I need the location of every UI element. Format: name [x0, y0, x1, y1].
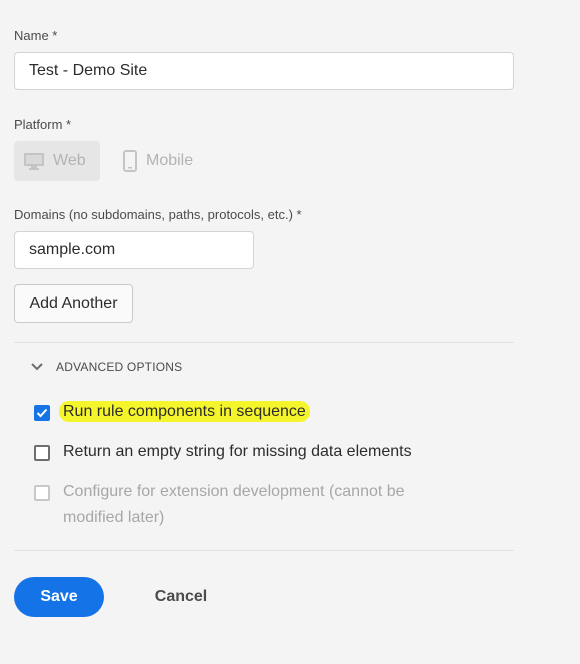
domains-label: Domains (no subdomains, paths, protocols… [14, 207, 302, 222]
empty-string-checkbox[interactable] [34, 445, 50, 461]
platform-mobile-option[interactable]: Mobile [120, 141, 210, 181]
save-button[interactable]: Save [14, 577, 104, 617]
domain-input[interactable]: sample.com [14, 231, 254, 269]
option-run-in-sequence[interactable]: Run rule components in sequence [34, 401, 310, 425]
desktop-icon [24, 153, 44, 170]
chevron-down-icon [31, 363, 43, 371]
extension-development-label: Configure for extension development (can… [63, 483, 405, 526]
mobile-phone-icon [123, 150, 137, 172]
extension-development-checkbox [34, 485, 50, 501]
checkmark-icon [36, 408, 48, 418]
name-label: Name * [14, 28, 58, 43]
advanced-options-toggle[interactable]: ADVANCED OPTIONS [30, 358, 182, 376]
platform-web-option[interactable]: Web [14, 141, 100, 181]
platform-mobile-label: Mobile [146, 152, 194, 169]
platform-label: Platform * [14, 117, 72, 132]
advanced-options-label: ADVANCED OPTIONS [56, 360, 183, 374]
add-another-button[interactable]: Add Another [14, 284, 133, 323]
option-extension-development: Configure for extension development (can… [34, 483, 433, 531]
divider-top [14, 342, 514, 343]
run-in-sequence-checkbox[interactable] [34, 405, 50, 421]
option-empty-string[interactable]: Return an empty string for missing data … [34, 443, 412, 465]
cancel-button[interactable]: Cancel [140, 577, 222, 617]
name-input[interactable]: Test - Demo Site [14, 52, 514, 90]
platform-web-label: Web [53, 152, 86, 169]
empty-string-label: Return an empty string for missing data … [63, 443, 412, 460]
divider-bottom [14, 550, 514, 551]
run-in-sequence-label: Run rule components in sequence [59, 401, 310, 422]
